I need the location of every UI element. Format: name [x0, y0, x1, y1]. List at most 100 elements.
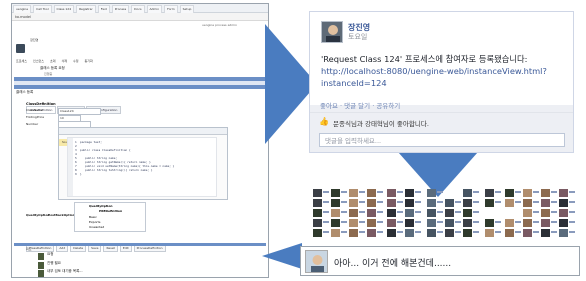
friend-thumbnail[interactable]: [349, 199, 365, 208]
friend-thumbnail[interactable]: [541, 219, 557, 228]
friend-thumbnail[interactable]: [541, 199, 557, 208]
friend-thumbnail[interactable]: [541, 209, 557, 218]
friend-thumbnail[interactable]: [367, 209, 383, 218]
toolbar-item[interactable]: 프로세스: [16, 59, 27, 63]
toolbar-item[interactable]: 인스턴스: [33, 59, 44, 63]
friend-photo: [541, 229, 550, 237]
friend-thumbnail[interactable]: [485, 219, 501, 228]
friend-thumbnail[interactable]: [541, 229, 557, 238]
toolbar-item[interactable]: 초대: [50, 59, 56, 63]
friend-thumbnail[interactable]: [405, 229, 421, 238]
browser-tab[interactable]: Admin: [146, 5, 163, 13]
code-editor[interactable]: 1 package test; 2 3 public class ClassDe…: [67, 137, 217, 197]
friend-thumbnail[interactable]: [559, 219, 575, 228]
friend-thumbnail[interactable]: [313, 229, 329, 238]
friend-thumbnail[interactable]: [367, 199, 383, 208]
friend-thumbnail[interactable]: [523, 219, 539, 228]
friend-thumbnail[interactable]: [349, 209, 365, 218]
friend-thumbnail[interactable]: [559, 229, 575, 238]
friend-thumbnail[interactable]: [427, 199, 443, 208]
friend-thumbnail[interactable]: [523, 189, 539, 198]
friend-thumbnail[interactable]: [505, 229, 521, 238]
address-bar[interactable]: ko.model: [12, 13, 268, 21]
commenter-avatar[interactable]: [305, 250, 328, 273]
friend-thumbnail[interactable]: [387, 189, 403, 198]
browser-tab[interactable]: Docs: [131, 5, 145, 13]
comment-input[interactable]: 댓글을 입력하세요...: [319, 133, 565, 147]
friend-thumbnail[interactable]: [313, 199, 329, 208]
friend-thumbnail[interactable]: [523, 229, 539, 238]
friend-thumbnail[interactable]: [485, 229, 501, 238]
browser-tab[interactable]: Fwd: [97, 5, 110, 13]
friend-thumbnail[interactable]: [387, 229, 403, 238]
toolbar-item[interactable]: 동기화: [85, 59, 93, 63]
browser-tab[interactable]: Setup: [179, 5, 195, 13]
browser-tab[interactable]: uengine: [13, 5, 32, 13]
friend-thumbnail[interactable]: [427, 209, 443, 218]
friend-thumbnail[interactable]: [387, 209, 403, 218]
friend-thumbnail[interactable]: [463, 199, 479, 208]
friend-thumbnail[interactable]: [427, 219, 443, 228]
friend-thumbnail[interactable]: [331, 219, 347, 228]
post-time[interactable]: 토요일: [348, 32, 367, 42]
feed-item[interactable]: 내부 검토 대기중 목록...: [38, 269, 238, 277]
friend-thumbnail[interactable]: [367, 229, 383, 238]
friend-thumbnail[interactable]: [405, 199, 421, 208]
friend-thumbnail[interactable]: [349, 219, 365, 228]
likes-text[interactable]: 문종식님과 강태혁님이 좋아합니다.: [333, 118, 429, 128]
browser-tab[interactable]: Process: [111, 5, 130, 13]
friend-thumbnail[interactable]: [505, 189, 521, 198]
friend-thumbnail[interactable]: [541, 189, 557, 198]
friend-thumbnail[interactable]: [445, 209, 461, 218]
post-actions[interactable]: 좋아요 · 댓글 달기 · 공유하기: [320, 100, 400, 110]
friend-thumbnail[interactable]: [505, 219, 521, 228]
friend-thumbnail[interactable]: [463, 189, 479, 198]
friend-thumbnail[interactable]: [349, 189, 365, 198]
friend-thumbnail[interactable]: [523, 209, 539, 218]
friend-thumbnail[interactable]: [313, 189, 329, 198]
friend-thumbnail[interactable]: [405, 219, 421, 228]
friend-thumbnail[interactable]: [349, 229, 365, 238]
friend-thumbnail[interactable]: [387, 199, 403, 208]
friend-name-placeholder: [473, 211, 479, 213]
browser-tab[interactable]: Form: [164, 5, 178, 13]
browser-tab[interactable]: Class 124: [53, 5, 75, 13]
friend-thumbnail[interactable]: [559, 199, 575, 208]
friend-thumbnail[interactable]: [523, 199, 539, 208]
friend-thumbnail[interactable]: [405, 209, 421, 218]
instance-link-continued[interactable]: instanceId=124: [321, 77, 569, 89]
class-name-input[interactable]: Class124: [58, 108, 101, 115]
author-avatar[interactable]: [321, 21, 343, 43]
instance-link[interactable]: http://localhost:8080/uengine-web/instan…: [321, 65, 569, 77]
friend-thumbnail[interactable]: [485, 199, 501, 208]
toolbar-item[interactable]: 수정: [73, 59, 79, 63]
friend-thumbnail[interactable]: [445, 199, 461, 208]
friend-thumbnail[interactable]: [445, 219, 461, 228]
friend-thumbnail[interactable]: [463, 219, 479, 228]
friend-thumbnail[interactable]: [387, 219, 403, 228]
friend-thumbnail[interactable]: [559, 209, 575, 218]
toolbar-item[interactable]: 삭제: [62, 59, 68, 63]
friend-thumbnail[interactable]: [331, 189, 347, 198]
friend-thumbnail[interactable]: [331, 229, 347, 238]
friend-thumbnail[interactable]: [559, 189, 575, 198]
friend-thumbnail[interactable]: [331, 199, 347, 208]
friend-thumbnail[interactable]: [427, 189, 443, 198]
friend-thumbnail[interactable]: [367, 189, 383, 198]
friend-thumbnail[interactable]: [405, 189, 421, 198]
friend-thumbnail[interactable]: [313, 209, 329, 218]
browser-tab[interactable]: Registrar: [76, 5, 96, 13]
friend-photo: [445, 229, 454, 237]
app-header-text: uengine process admin: [202, 23, 237, 27]
browser-tab[interactable]: Call Tool: [33, 5, 52, 13]
friend-thumbnail[interactable]: [505, 199, 521, 208]
friend-thumbnail[interactable]: [463, 209, 479, 218]
friend-thumbnail[interactable]: [485, 189, 501, 198]
section-divider: [14, 243, 266, 246]
friend-thumbnail[interactable]: [313, 219, 329, 228]
friend-thumbnail[interactable]: [331, 209, 347, 218]
friend-thumbnail[interactable]: [445, 229, 461, 238]
friend-thumbnail[interactable]: [367, 219, 383, 228]
friend-thumbnail[interactable]: [427, 229, 443, 238]
friend-thumbnail[interactable]: [463, 229, 479, 238]
